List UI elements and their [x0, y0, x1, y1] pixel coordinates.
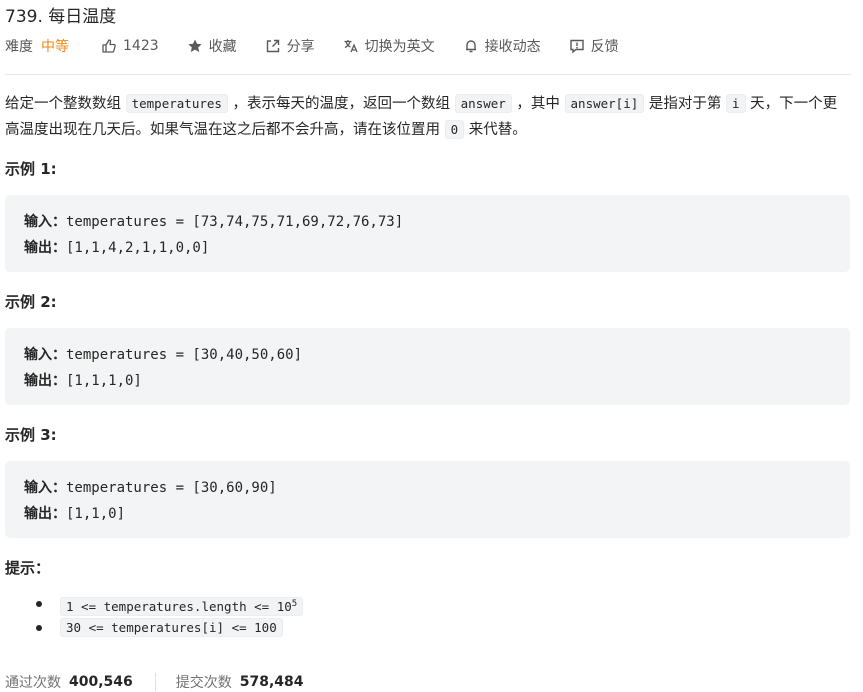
example-block: 输入：temperatures = [30,60,90] 输出：[1,1,0] — [5, 461, 850, 538]
example-heading: 示例 2: — [5, 293, 57, 311]
desc-text: 是指对于第 — [644, 96, 726, 112]
desc-text: ，其中 — [511, 96, 565, 112]
subscribe-button[interactable]: 接收动态 — [463, 36, 541, 56]
share-icon — [266, 39, 279, 53]
translate-button[interactable]: 切换为英文 — [343, 36, 435, 56]
difficulty-badge: 中等 — [41, 39, 69, 55]
desc-text: 给定一个整数数组 — [5, 96, 126, 112]
example-block: 输入：temperatures = [73,74,75,71,69,72,76,… — [5, 195, 850, 272]
example-output-line: 输出：[1,1,4,2,1,1,0,0] — [24, 237, 209, 257]
example-input: temperatures = [30,60,90] — [66, 480, 277, 496]
feedback-label: 反馈 — [590, 39, 619, 55]
example-input: temperatures = [30,40,50,60] — [66, 347, 303, 363]
output-label: 输出： — [24, 240, 66, 256]
example-input-line: 输入：temperatures = [30,40,50,60] — [24, 344, 302, 364]
problem-description: 给定一个整数数组 temperatures ，表示每天的温度，返回一个数组 an… — [5, 91, 850, 143]
constraint-text: 1 <= temperatures.length <= 10 — [66, 599, 292, 615]
translate-label: 切换为英文 — [364, 39, 435, 55]
list-item: 1 <= temperatures.length <= 105 — [5, 592, 304, 617]
inline-code: answer[i] — [564, 94, 645, 113]
bullet-icon — [36, 601, 42, 607]
example-input-line: 输入：temperatures = [30,60,90] — [24, 477, 277, 497]
difficulty-label: 难度 — [5, 39, 33, 55]
like-count: 1423 — [123, 38, 159, 54]
list-item: 30 <= temperatures[i] <= 100 — [5, 616, 303, 640]
input-label: 输入： — [24, 214, 66, 230]
constraints-heading: 提示： — [5, 559, 51, 577]
example-input-line: 输入：temperatures = [73,74,75,71,69,72,76,… — [24, 211, 403, 231]
example-heading: 示例 3: — [5, 426, 57, 444]
thumbs-up-icon — [102, 39, 116, 53]
example-block: 输入：temperatures = [30,40,50,60] 输出：[1,1,… — [5, 328, 850, 405]
example-input: temperatures = [73,74,75,71,69,72,76,73] — [66, 214, 404, 230]
star-icon — [188, 39, 202, 52]
input-label: 输入： — [24, 347, 66, 363]
example-heading: 示例 1: — [5, 160, 57, 178]
share-label: 分享 — [286, 39, 315, 55]
example-output-line: 输出：[1,1,0] — [24, 503, 125, 523]
header-divider — [5, 74, 851, 75]
output-label: 输出： — [24, 373, 66, 389]
share-button[interactable]: 分享 — [265, 36, 315, 56]
favorite-label: 收藏 — [208, 39, 237, 55]
accepted-count: 400,546 — [69, 674, 133, 690]
bullet-icon — [36, 625, 42, 631]
desc-text: ，表示每天的温度，返回一个数组 — [227, 96, 455, 112]
constraints-list: 1 <= temperatures.length <= 105 30 <= te… — [5, 592, 304, 640]
favorite-button[interactable]: 收藏 — [187, 36, 237, 56]
inline-code: 0 — [444, 120, 465, 139]
feedback-icon — [569, 39, 584, 54]
stats-divider — [154, 673, 156, 691]
accepted-label: 通过次数 — [5, 675, 61, 691]
example-output-line: 输出：[1,1,1,0] — [24, 370, 142, 390]
example-output: [1,1,0] — [66, 506, 126, 522]
feedback-button[interactable]: 反馈 — [569, 36, 619, 56]
bell-icon — [465, 40, 476, 53]
constraint-exponent: 5 — [291, 599, 298, 609]
inline-code: answer — [454, 94, 512, 113]
submitted-label: 提交次数 — [175, 675, 232, 691]
inline-code: temperatures — [125, 94, 228, 113]
problem-title: 739. 每日温度 — [5, 7, 117, 27]
example-output: [1,1,4,2,1,1,0,0] — [66, 240, 210, 256]
desc-text: 来代替。 — [464, 122, 527, 138]
submitted-count: 578,484 — [239, 674, 304, 690]
translate-icon — [344, 40, 358, 53]
problem-meta-bar: 难度 中等 1423 收藏 分享 切换为英文 接收动态 反馈 — [5, 36, 647, 56]
constraint-code: 30 <= temperatures[i] <= 100 — [60, 618, 283, 637]
like-button[interactable]: 1423 — [101, 38, 159, 54]
example-output: [1,1,1,0] — [66, 373, 142, 389]
inline-code: i — [725, 94, 746, 113]
submission-stats: 通过次数 400,546 提交次数 578,484 — [5, 672, 304, 692]
subscribe-label: 接收动态 — [484, 39, 541, 55]
output-label: 输出： — [24, 506, 66, 522]
constraint-code: 1 <= temperatures.length <= 105 — [60, 597, 304, 617]
input-label: 输入： — [24, 480, 66, 496]
